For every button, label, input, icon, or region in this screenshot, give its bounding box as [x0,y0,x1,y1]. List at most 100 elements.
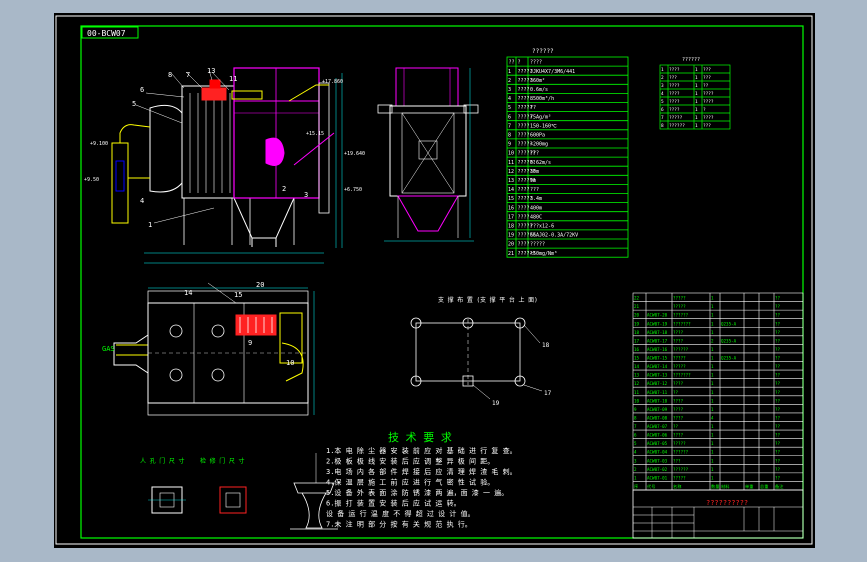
bom-header-cell: 代号 [647,483,655,490]
bom-cell: 12 [634,381,640,386]
bom-cell: ?????? [673,467,689,472]
bom-cell: Q235-A [721,338,737,343]
bom-cell: 8 [634,415,637,420]
support-label-19: 19 [492,400,500,407]
small-table-cell: 1 [695,123,698,129]
bom-header-cell: 数量 [711,483,719,490]
detail-views: 人 孔 门 尺 寸 检 修 门 尺 寸 [140,453,338,530]
small-table-cell: 8 [661,123,664,129]
spec-table: ?????? ??? ???? 1 ????? JJKU4X7/3M6/441 2????… [506,48,629,258]
small-table-cell: ???? [669,67,680,73]
bom-cell: 1 [711,373,714,378]
note-line: 2.极 板 极 线 安 装 后 应 调 整 异 极 间 距。 [326,457,494,466]
spec-row-name: ???? [518,96,530,102]
bom-cell: 18 [634,330,640,335]
bom-header-cell: 总重 [760,483,768,489]
spec-row-value: 3.4m [530,196,542,202]
elev-label-4: 4 [140,197,144,205]
bom-cell: ?? [775,338,781,343]
bom-cell: 1 [711,347,714,352]
bom-cell: 1 [711,450,714,455]
plan-label-10: 10 [286,359,294,367]
dim-1515: +15.15 [306,131,324,137]
small-table-cell: ? [703,107,706,113]
note-line: 6.振 打 装 置 安 装 后 应 试 运 转。 [326,499,461,508]
spec-row-value: 360m² [530,78,545,84]
dim-6750: +6.750 [344,187,362,193]
support-labels: 18 17 19 [492,342,552,407]
small-table-cell: ?? [703,83,709,89]
spec-row-no: 3 [508,87,511,93]
spec-row-name: ???? [518,205,530,211]
elev-label-2: 2 [282,185,286,193]
spec-row-no: 14 [508,187,514,193]
spec-row-value: 0.6m/s [530,87,548,93]
bom-cell: ?? [775,450,781,455]
spec-row-value: 400m [530,205,542,211]
bom-cell: ????? [673,364,686,369]
bom-cell: 10 [634,398,640,403]
bom-cell: ?? [775,458,781,463]
bom-cell: ?? [775,304,781,309]
small-table-cell: ??? [703,67,711,73]
spec-row-value: ??? [530,151,539,157]
bom-cell: 15 [634,356,640,361]
bom-cell: 1 [711,356,714,361]
bom-cell: ?? [673,390,679,395]
bom-cell: ????? [673,475,686,480]
elev-label-6: 6 [140,86,144,94]
elev-label-11: 11 [229,75,237,83]
spec-row-name: ???? [518,187,530,193]
support-label-18: 18 [542,342,550,349]
bom-cell: ???? [673,381,684,386]
bom-cell: 5 [634,441,637,446]
bom-cell: ACW07-04 [647,450,668,455]
small-table-cell: 7 [661,115,664,121]
bom-cell: ?? [775,364,781,369]
spec-row-value: ????? [530,242,545,248]
bom-cell: ?? [775,347,781,352]
bom-cell: 19 [634,321,640,326]
small-table-cell: 6 [661,107,664,113]
spec-row-no: 17 [508,214,514,220]
bom-cell: 1 [634,475,637,480]
small-table-cell: ??? [669,75,677,81]
bom-cell: ?????? [673,450,689,455]
bom-cell: 1 [711,407,714,412]
note-line: 7.未 注 明 部 分 按 有 关 规 范 执 行。 [326,520,472,529]
bom-cell: ACW07-01 [647,475,668,480]
bom-cell: ?? [775,330,781,335]
bom-cell: 14 [634,364,640,369]
bom-cell: ?? [775,433,781,438]
spec-row-no: 18 [508,224,514,230]
small-table-cell: ???? [669,99,680,105]
bom-cell: ACW07-16 [647,347,668,352]
spec-row-value: 150-160℃ [530,123,557,129]
bom-cell: ACW07-05 [647,441,668,446]
support-label-17: 17 [544,390,552,397]
small-table-cell: 1 [695,75,698,81]
bom-cell: 7 [634,424,637,429]
bom-cell: ?? [775,296,781,301]
small-table-cell: ???? [669,91,680,97]
small-table-cell: 1 [695,67,698,73]
spec-row-name: ???? [518,214,530,220]
spec-row-name: ???? [518,133,530,139]
elev-label-7: 7 [186,71,190,79]
gas-label: GAS [102,345,115,353]
spec-row-value: 75Ag/m³ [530,114,551,120]
bom-cell: 9 [634,407,637,412]
spec-row-value: 600Pa [530,133,545,139]
spec-head-0: ?? [509,60,515,66]
bom-header-cell: 名称 [673,483,681,490]
bom-cell: ????? [673,296,686,301]
small-table-cell: ???? [669,107,680,113]
small-table-cell: 1 [695,115,698,121]
note-line: 4.保 温 层 施 工 前 应 进 行 气 密 性 试 验。 [326,478,494,487]
dim-950: +9.50 [84,177,99,183]
bom-cell: ACW07-14 [647,364,668,369]
drawing-sheet[interactable]: 00-BCW07 7 8 13 11 6 5 4 2 1 3 +17.860 +… [54,13,815,548]
bom-cell: ?? [775,467,781,472]
spec-row-value: <50mg/Nm³ [530,251,557,257]
note-line: 3.电 场 内 各 部 件 焊 接 后 应 清 理 焊 渣 毛 刺。 [326,467,517,476]
